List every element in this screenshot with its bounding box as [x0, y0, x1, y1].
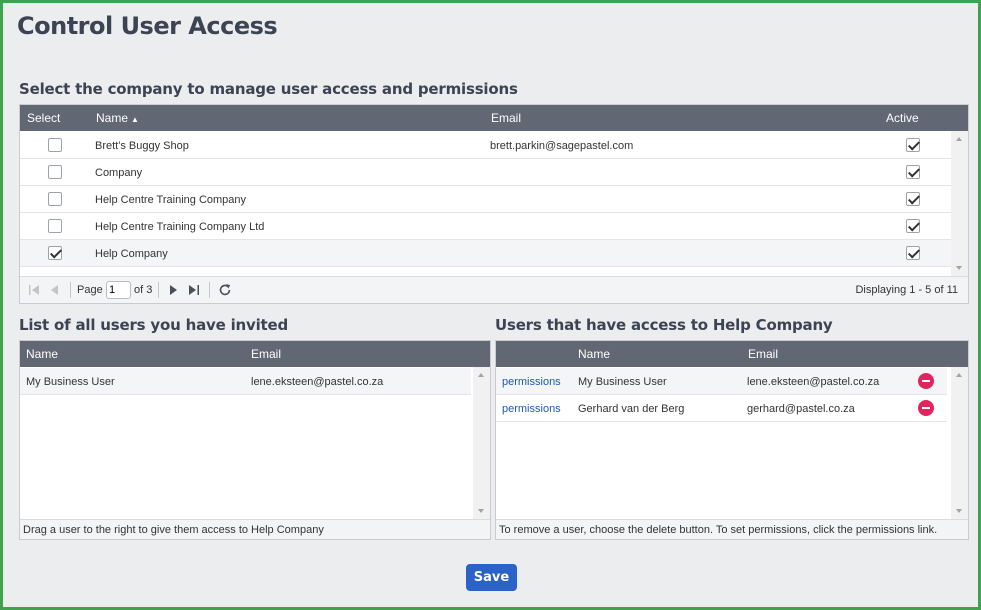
companies-heading: Select the company to manage user access… — [19, 80, 518, 98]
company-name: Company — [95, 167, 143, 179]
next-page-icon[interactable] — [168, 284, 178, 296]
user-name: My Business User — [578, 376, 667, 388]
active-checkbox[interactable] — [906, 246, 920, 260]
pagination-toolbar: Page of 3 Displaying 1 - 5 of 11 — [20, 276, 968, 303]
column-header-name[interactable]: Name ▲ — [96, 111, 139, 125]
permissions-link[interactable]: permissions — [502, 403, 561, 415]
select-checkbox[interactable] — [48, 165, 62, 179]
company-name: Help Centre Training Company Ltd — [95, 221, 265, 233]
scroll-down-icon[interactable] — [956, 509, 962, 513]
active-checkbox[interactable] — [906, 192, 920, 206]
company-name: Help Centre Training Company — [95, 194, 247, 206]
select-checkbox[interactable] — [48, 246, 62, 260]
invited-users-heading: List of all users you have invited — [19, 316, 289, 334]
companies-scrollbar[interactable] — [951, 131, 968, 276]
save-button[interactable]: Save — [466, 564, 517, 591]
displaying-count: Displaying 1 - 5 of 11 — [855, 284, 958, 296]
scroll-up-icon[interactable] — [956, 137, 962, 141]
column-header-select[interactable]: Select — [27, 111, 60, 125]
scroll-down-icon[interactable] — [956, 266, 962, 270]
scroll-up-icon[interactable] — [478, 373, 484, 377]
page-count-label: of 3 — [134, 284, 153, 296]
user-name: My Business User — [26, 376, 115, 388]
company-row[interactable]: Help Centre Training Company — [20, 186, 951, 213]
column-header-name[interactable]: Name — [26, 347, 58, 361]
page-number-input[interactable] — [106, 281, 131, 299]
companies-grid-header: Select Name ▲ Email Active — [20, 105, 968, 131]
column-header-name[interactable]: Name — [578, 347, 610, 361]
first-page-icon[interactable] — [28, 284, 40, 296]
user-email: gerhard@pastel.co.za — [747, 403, 855, 415]
user-email: lene.eksteen@pastel.co.za — [251, 376, 384, 388]
delete-user-icon[interactable] — [918, 400, 934, 416]
company-row[interactable]: Company — [20, 159, 951, 186]
page-label: Page — [77, 284, 103, 296]
delete-user-icon[interactable] — [918, 373, 934, 389]
column-header-email[interactable]: Email — [251, 347, 281, 361]
active-checkbox[interactable] — [906, 138, 920, 152]
column-header-email[interactable]: Email — [491, 111, 521, 125]
company-name: Help Company — [95, 248, 168, 260]
invited-users-grid: Name Email My Business User lene.eksteen… — [19, 340, 491, 540]
invited-user-row[interactable]: My Business User lene.eksteen@pastel.co.… — [20, 368, 471, 395]
previous-page-icon[interactable] — [50, 284, 60, 296]
pager-separator — [158, 282, 159, 298]
column-header-name-label: Name — [96, 111, 129, 125]
access-users-scrollbar[interactable] — [951, 367, 968, 519]
access-users-heading: Users that have access to Help Company — [495, 316, 833, 334]
invited-users-hint: Drag a user to the right to give them ac… — [20, 519, 490, 539]
active-checkbox[interactable] — [906, 219, 920, 233]
company-row-selected[interactable]: Help Company — [20, 240, 951, 267]
select-checkbox[interactable] — [48, 192, 62, 206]
active-checkbox[interactable] — [906, 165, 920, 179]
page-title: Control User Access — [17, 12, 278, 40]
company-row[interactable]: Brett's Buggy Shop brett.parkin@sagepast… — [20, 132, 951, 159]
refresh-icon[interactable] — [218, 283, 232, 297]
access-users-grid-header: Name Email — [496, 341, 968, 367]
access-user-row[interactable]: permissions Gerhard van der Berg gerhard… — [496, 395, 947, 422]
last-page-icon[interactable] — [188, 284, 200, 296]
invited-users-grid-header: Name Email — [20, 341, 490, 367]
user-email: lene.eksteen@pastel.co.za — [747, 376, 880, 388]
scroll-down-icon[interactable] — [478, 509, 484, 513]
company-email: brett.parkin@sagepastel.com — [490, 140, 634, 152]
user-name: Gerhard van der Berg — [578, 403, 685, 415]
select-checkbox[interactable] — [48, 138, 62, 152]
permissions-link[interactable]: permissions — [502, 376, 561, 388]
access-users-hint: To remove a user, choose the delete butt… — [496, 519, 968, 539]
pager-separator — [209, 282, 210, 298]
sort-ascending-icon: ▲ — [131, 115, 139, 124]
companies-grid: Select Name ▲ Email Active Brett's Buggy … — [19, 104, 969, 304]
company-row[interactable]: Help Centre Training Company Ltd — [20, 213, 951, 240]
company-name: Brett's Buggy Shop — [95, 140, 189, 152]
access-users-grid: Name Email permissions My Business User … — [495, 340, 969, 540]
scroll-up-icon[interactable] — [956, 373, 962, 377]
column-header-active[interactable]: Active — [886, 111, 919, 125]
pager-separator — [70, 282, 71, 298]
select-checkbox[interactable] — [48, 219, 62, 233]
column-header-email[interactable]: Email — [748, 347, 778, 361]
invited-users-scrollbar[interactable] — [473, 367, 490, 519]
access-user-row[interactable]: permissions My Business User lene.ekstee… — [496, 368, 947, 395]
